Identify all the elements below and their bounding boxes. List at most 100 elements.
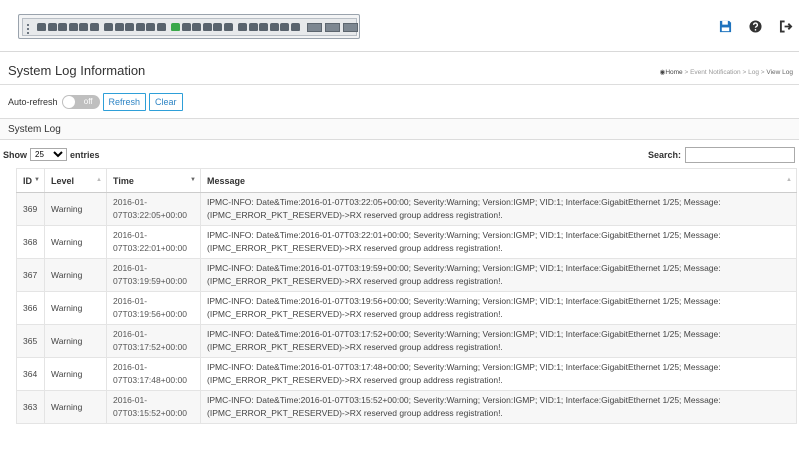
message-line: (IPMC_ERROR_PKT_RESERVED)->RX reserved g… <box>207 210 503 220</box>
switch-port[interactable] <box>135 23 145 31</box>
table-row[interactable]: 364 Warning 2016-01- 07T03:17:48+00:00 IP… <box>16 357 797 391</box>
switch-port[interactable] <box>104 23 113 31</box>
breadcrumb-event-notification[interactable]: Event Notification <box>690 69 741 76</box>
cell-level: Warning <box>44 258 107 292</box>
table-row[interactable]: 365 Warning 2016-01- 07T03:17:52+00:00 IP… <box>16 324 797 358</box>
switch-port[interactable] <box>202 23 212 31</box>
message-line: IPMC-INFO: Date&Time:2016-01-07T03:17:48… <box>207 362 721 372</box>
sfp-port[interactable] <box>307 23 322 32</box>
table-row[interactable]: 368 Warning 2016-01- 07T03:22:01+00:00 IP… <box>16 225 797 259</box>
table-row[interactable]: 367 Warning 2016-01- 07T03:19:59+00:00 IP… <box>16 258 797 292</box>
switch-port[interactable] <box>213 23 222 31</box>
cell-id: 365 <box>16 324 45 358</box>
cell-level: Warning <box>44 357 107 391</box>
sfp-port[interactable] <box>325 23 340 32</box>
switch-front-panel[interactable] <box>18 14 360 39</box>
switch-port[interactable] <box>238 23 247 31</box>
search-label: Search: <box>647 150 681 160</box>
column-label: Time <box>113 175 134 186</box>
save-icon[interactable] <box>718 19 733 34</box>
section-title: System Log <box>8 124 61 135</box>
column-header-id[interactable]: ID ▼ <box>16 168 45 193</box>
column-header-time[interactable]: Time ▼ <box>106 168 201 193</box>
message-line: IPMC-INFO: Date&Time:2016-01-07T03:22:01… <box>207 230 721 240</box>
logout-icon[interactable] <box>778 19 793 34</box>
switch-port[interactable] <box>146 23 155 31</box>
switch-port[interactable] <box>114 23 124 31</box>
cell-message: IPMC-INFO: Date&Time:2016-01-07T03:19:56… <box>200 291 797 325</box>
top-bar <box>0 0 799 52</box>
sort-both-icon: ▲ <box>96 177 102 183</box>
time-date: 2016-01- <box>113 395 148 405</box>
refresh-button[interactable]: Refresh <box>102 93 147 111</box>
switch-port[interactable] <box>181 23 191 31</box>
breadcrumb-home[interactable]: Home <box>665 69 682 76</box>
message-line: IPMC-INFO: Date&Time:2016-01-07T03:19:56… <box>207 296 721 306</box>
table-row[interactable]: 366 Warning 2016-01- 07T03:19:56+00:00 IP… <box>16 291 797 325</box>
search-input[interactable] <box>685 147 795 163</box>
sort-both-icon: ▲ <box>786 177 792 183</box>
column-header-message[interactable]: Message ▲ <box>200 168 797 193</box>
switch-port[interactable] <box>79 23 88 31</box>
time-date: 2016-01- <box>113 296 148 306</box>
switch-port[interactable] <box>58 23 67 31</box>
message-line: (IPMC_ERROR_PKT_RESERVED)->RX reserved g… <box>207 243 503 253</box>
cell-level: Warning <box>44 324 107 358</box>
breadcrumb-view-log: View Log <box>766 69 793 76</box>
time-date: 2016-01- <box>113 197 148 207</box>
cell-time: 2016-01- 07T03:22:01+00:00 <box>106 225 201 259</box>
switch-port[interactable] <box>269 23 279 31</box>
message-line: (IPMC_ERROR_PKT_RESERVED)->RX reserved g… <box>207 408 503 418</box>
system-log-section: System Log <box>0 118 799 140</box>
switch-port[interactable] <box>259 23 268 31</box>
time-date: 2016-01- <box>113 329 148 339</box>
toggle-state-label: off <box>83 96 93 106</box>
cell-time: 2016-01- 07T03:17:48+00:00 <box>106 357 201 391</box>
cell-id: 363 <box>16 390 45 424</box>
switch-port[interactable] <box>89 23 99 31</box>
cell-level: Warning <box>44 192 107 226</box>
column-label: ID <box>23 175 32 186</box>
search-control: Search: <box>648 147 795 163</box>
cell-id: 364 <box>16 357 45 391</box>
clear-button[interactable]: Clear <box>149 93 183 111</box>
auto-refresh-toggle[interactable]: off <box>61 95 100 109</box>
time-date: 2016-01- <box>113 362 148 372</box>
time-clock: 07T03:19:56+00:00 <box>113 309 187 319</box>
switch-port[interactable] <box>68 23 78 31</box>
switch-port[interactable] <box>37 23 46 31</box>
time-clock: 07T03:22:01+00:00 <box>113 243 187 253</box>
page-title: System Log Information <box>8 63 146 78</box>
switch-port[interactable] <box>248 23 258 31</box>
cell-id: 369 <box>16 192 45 226</box>
table-row[interactable]: 369 Warning 2016-01- 07T03:22:05+00:00 IP… <box>16 192 797 226</box>
toggle-knob <box>62 96 75 108</box>
page-length-select[interactable]: 25 <box>30 148 67 161</box>
cell-time: 2016-01- 07T03:17:52+00:00 <box>106 324 201 358</box>
message-line: IPMC-INFO: Date&Time:2016-01-07T03:19:59… <box>207 263 721 273</box>
switch-port[interactable] <box>125 23 134 31</box>
help-icon[interactable] <box>748 19 763 34</box>
table-row[interactable]: 363 Warning 2016-01- 07T03:15:52+00:00 IP… <box>16 390 797 424</box>
time-clock: 07T03:22:05+00:00 <box>113 210 187 220</box>
sfp-port[interactable] <box>343 23 358 32</box>
switch-port[interactable] <box>290 23 300 31</box>
message-line: (IPMC_ERROR_PKT_RESERVED)->RX reserved g… <box>207 276 503 286</box>
page-length-control: Show 25 entries <box>3 148 100 161</box>
column-label: Message <box>207 175 246 186</box>
breadcrumb-log[interactable]: Log <box>748 69 759 76</box>
breadcrumb: ◉Home > Event Notification > Log > View … <box>659 69 793 76</box>
table-tools: Show 25 entries Search: <box>0 146 799 164</box>
switch-port[interactable] <box>171 23 180 31</box>
cell-message: IPMC-INFO: Date&Time:2016-01-07T03:15:52… <box>200 390 797 424</box>
cell-time: 2016-01- 07T03:22:05+00:00 <box>106 192 201 226</box>
column-header-level[interactable]: Level ▲ <box>44 168 107 193</box>
title-bar: System Log Information ◉Home > Event Not… <box>0 57 799 85</box>
switch-port[interactable] <box>156 23 166 31</box>
cell-time: 2016-01- 07T03:15:52+00:00 <box>106 390 201 424</box>
switch-port[interactable] <box>280 23 289 31</box>
switch-port[interactable] <box>223 23 233 31</box>
header-icons <box>718 19 793 34</box>
switch-port[interactable] <box>47 23 57 31</box>
switch-port[interactable] <box>192 23 201 31</box>
